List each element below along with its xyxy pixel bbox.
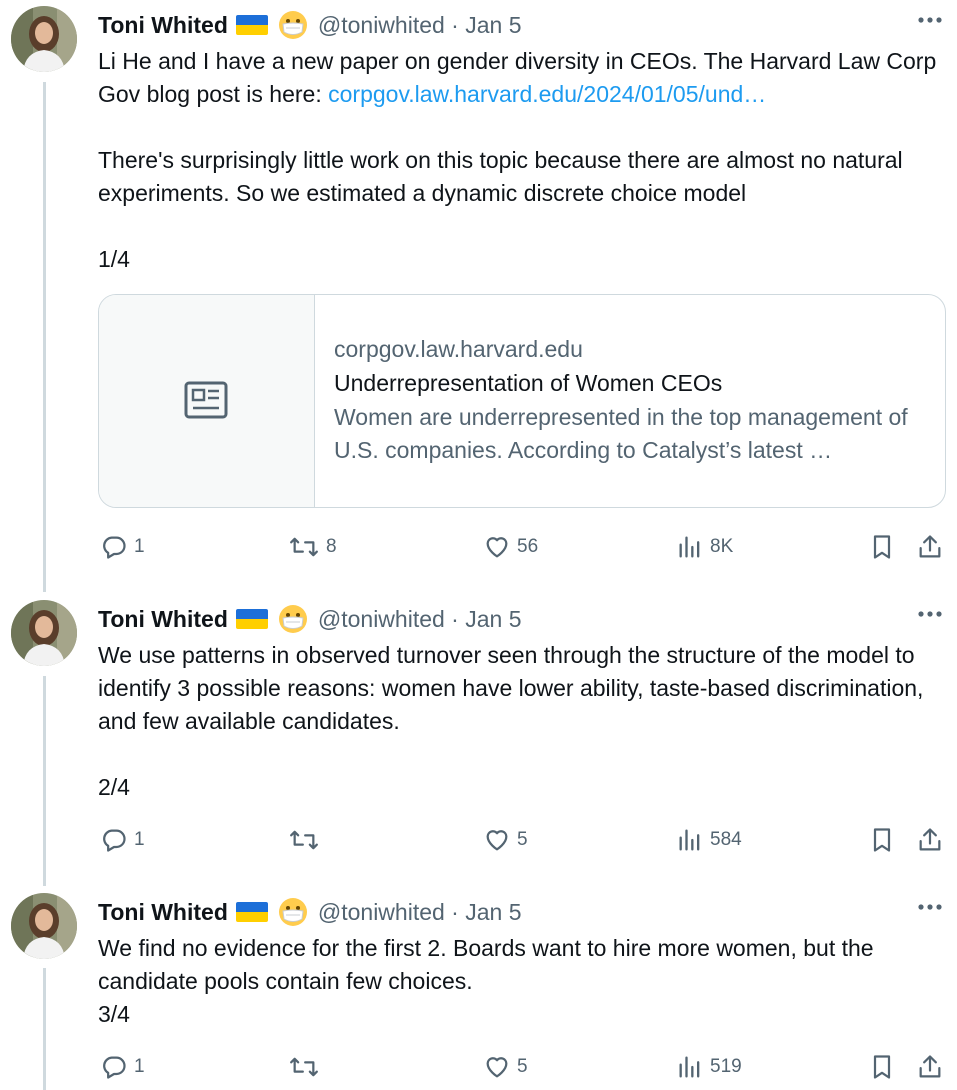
like-button[interactable]: 5 [483,1052,528,1082]
card-thumbnail [99,295,315,507]
share-icon [919,1055,941,1078]
more-options-icon[interactable] [917,903,943,911]
ukraine-flag-icon [235,902,268,922]
bookmark-button[interactable] [868,532,902,562]
action-bar: 1 5 519 [98,1052,948,1082]
thread-counter: 2/4 [98,774,130,800]
tweet[interactable]: Toni Whited @toniwhited · Jan 5 We find … [0,884,957,1090]
ukraine-flag-icon [235,15,268,35]
card-title: Underrepresentation of Women CEOs [334,370,723,396]
analytics-icon [679,829,700,851]
action-bar: 1 8 56 8K [98,532,948,562]
reply-button[interactable]: 1 [100,532,145,562]
author-handle[interactable]: @toniwhited · Jan 5 [318,606,522,633]
author-name[interactable]: Toni Whited [98,12,228,39]
analytics-icon [679,1056,700,1078]
face-mask-emoji-icon [278,897,308,927]
author-handle[interactable]: @toniwhited · Jan 5 [318,899,522,926]
reply-count: 1 [134,536,145,557]
heart-icon [486,1057,508,1078]
more-options-icon[interactable] [917,16,943,24]
author-name[interactable]: Toni Whited [98,606,228,633]
share-button[interactable] [916,532,950,562]
like-count: 5 [517,829,528,850]
analytics-icon [679,536,700,558]
tweet-header: Toni Whited @toniwhited · Jan 5 [98,604,522,634]
tweet[interactable]: Toni Whited @toniwhited · Jan 5 Li He an… [0,0,957,590]
more-options-icon[interactable] [917,610,943,618]
tweet-link[interactable]: corpgov.law.harvard.edu/2024/01/05/und… [328,81,766,107]
card-text: corpgov.law.harvard.edu Underrepresentat… [334,333,934,467]
repost-button[interactable] [288,825,326,855]
repost-icon [290,1057,318,1077]
share-icon [919,535,941,558]
action-bar: 1 5 584 [98,825,948,855]
link-preview-card[interactable]: corpgov.law.harvard.edu Underrepresentat… [98,294,946,508]
reply-button[interactable]: 1 [100,825,145,855]
share-button[interactable] [916,825,950,855]
heart-icon [486,537,508,558]
tweet[interactable]: Toni Whited @toniwhited · Jan 5 We use p… [0,590,957,884]
avatar[interactable] [11,6,77,72]
reply-button[interactable]: 1 [100,1052,145,1082]
thread-counter: 3/4 [98,1001,130,1027]
views-count: 8K [710,536,734,557]
card-description: Women are underrepresented in the top ma… [334,404,908,463]
reply-count: 1 [134,1056,145,1077]
avatar[interactable] [11,600,77,666]
like-button[interactable]: 56 [483,532,538,562]
reply-icon [103,1056,126,1079]
tweet-text: We find no evidence for the first 2. Boa… [98,935,874,994]
face-mask-emoji-icon [278,10,308,40]
card-domain: corpgov.law.harvard.edu [334,336,583,362]
tweet-body: Li He and I have a new paper on gender d… [98,45,943,276]
tweet-date[interactable]: Jan 5 [465,606,521,632]
tweet-body: We use patterns in observed turnover see… [98,639,943,804]
tweet-body: We find no evidence for the first 2. Boa… [98,932,943,1031]
repost-count: 8 [326,536,337,557]
repost-icon [290,537,318,557]
tweet-header: Toni Whited @toniwhited · Jan 5 [98,897,522,927]
like-button[interactable]: 5 [483,825,528,855]
reply-icon [103,829,126,852]
views-button[interactable]: 584 [676,825,742,855]
face-mask-emoji-icon [278,604,308,634]
like-count: 5 [517,1056,528,1077]
repost-button[interactable] [288,1052,326,1082]
bookmark-icon [873,535,891,559]
tweet-text: There's surprisingly little work on this… [98,147,903,206]
repost-button[interactable]: 8 [288,532,337,562]
reply-count: 1 [134,829,145,850]
author-name[interactable]: Toni Whited [98,899,228,926]
thread-counter: 1/4 [98,246,130,272]
like-count: 56 [517,536,539,557]
tweet-date[interactable]: Jan 5 [465,12,521,38]
views-count: 519 [710,1056,742,1077]
ukraine-flag-icon [235,609,268,629]
views-count: 584 [710,829,742,850]
views-button[interactable]: 519 [676,1052,742,1082]
bookmark-button[interactable] [868,1052,902,1082]
bookmark-icon [873,828,891,852]
author-handle[interactable]: @toniwhited · Jan 5 [318,12,522,39]
share-icon [919,828,941,851]
tweet-text: We use patterns in observed turnover see… [98,642,924,734]
bookmark-icon [873,1055,891,1079]
article-icon [184,381,228,419]
views-button[interactable]: 8K [676,532,733,562]
tweet-header: Toni Whited @toniwhited · Jan 5 [98,10,522,40]
share-button[interactable] [916,1052,950,1082]
reply-icon [103,536,126,559]
repost-icon [290,830,318,850]
avatar[interactable] [11,893,77,959]
tweet-date[interactable]: Jan 5 [465,899,521,925]
bookmark-button[interactable] [868,825,902,855]
heart-icon [486,830,508,851]
